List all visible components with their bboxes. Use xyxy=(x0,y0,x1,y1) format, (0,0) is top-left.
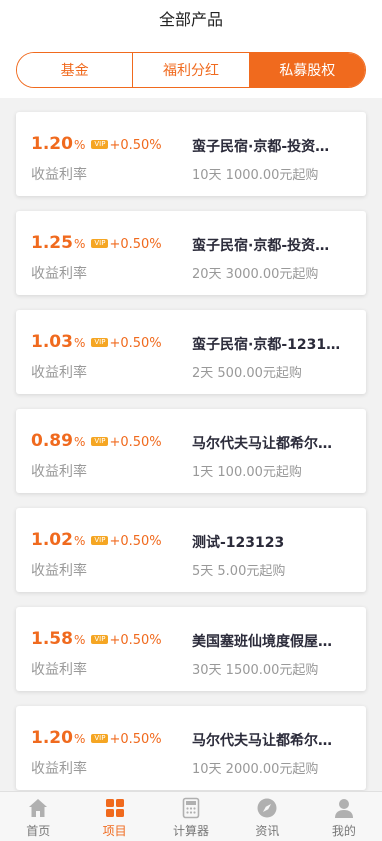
home-icon xyxy=(29,799,48,817)
tab-calculator[interactable]: 计算器 xyxy=(153,792,229,841)
rate-label: 收益利率 xyxy=(31,563,87,579)
rate-percent-sign: % xyxy=(73,237,86,251)
product-card[interactable]: 1.25% VIP +0.50% 收益利率 蛮子民宿·京都-投资… 20天 3000.00… xyxy=(16,211,366,295)
rate-value: 0.89 xyxy=(31,431,73,451)
product-name: 马尔代夫马让都希尔… xyxy=(192,436,332,452)
product-card[interactable]: 1.20% VIP +0.50% 收益利率 蛮子民宿·京都-投资… 10天 1000.00… xyxy=(16,112,366,196)
header: 全部产品 基金 福利分红 私募股权 xyxy=(0,0,382,98)
rate-value: 1.25 xyxy=(31,233,73,253)
rate-line: 1.25% VIP +0.50% xyxy=(31,233,162,257)
vip-bonus-rate: +0.50% xyxy=(109,237,162,252)
rate-line: 1.02% VIP +0.50% xyxy=(31,530,162,554)
calculator-icon xyxy=(182,797,200,819)
product-card[interactable]: 0.89% VIP +0.50% 收益利率 马尔代夫马让都希尔… 1天 100.00元起购 xyxy=(16,409,366,493)
product-card[interactable]: 1.20% VIP +0.50% 收益利率 马尔代夫马让都希尔… 10天 2000.00元… xyxy=(16,706,366,790)
product-name: 蛮子民宿·京都-投资… xyxy=(192,238,330,254)
product-terms: 20天 3000.00元起购 xyxy=(192,267,319,282)
rate-label: 收益利率 xyxy=(31,266,87,282)
vip-badge: VIP xyxy=(91,338,109,347)
vip-bonus-rate: +0.50% xyxy=(109,633,162,648)
segment-fund[interactable]: 基金 xyxy=(17,53,133,87)
vip-badge: VIP xyxy=(91,536,109,545)
category-segmented-control: 基金 福利分红 私募股权 xyxy=(16,52,366,88)
rate-percent-sign: % xyxy=(73,435,86,449)
vip-bonus-rate: +0.50% xyxy=(109,435,162,450)
rate-value: 1.02 xyxy=(31,530,73,550)
product-terms: 5天 5.00元起购 xyxy=(192,564,286,579)
rate-label: 收益利率 xyxy=(31,761,87,777)
page-title: 全部产品 xyxy=(158,10,223,29)
product-name: 测试-123123 xyxy=(192,535,285,551)
rate-line: 1.03% VIP +0.50% xyxy=(31,332,162,356)
product-card[interactable]: 1.58% VIP +0.50% 收益利率 美国塞班仙境度假屋… 30天 1500.00元… xyxy=(16,607,366,691)
vip-badge: VIP xyxy=(91,140,109,149)
product-terms: 10天 2000.00元起购 xyxy=(192,762,319,777)
tab-mine-label: 我的 xyxy=(331,824,356,838)
rate-label: 收益利率 xyxy=(31,167,87,183)
vip-badge: VIP xyxy=(91,437,109,446)
rate-label: 收益利率 xyxy=(31,662,87,678)
bottom-tab-bar: 首页 项目 计算器 资讯 我的 xyxy=(0,791,382,841)
rate-percent-sign: % xyxy=(73,732,86,746)
vip-bonus-rate: +0.50% xyxy=(109,336,162,351)
product-terms: 30天 1500.00元起购 xyxy=(192,663,319,678)
rate-percent-sign: % xyxy=(73,534,86,548)
vip-badge: VIP xyxy=(91,734,109,743)
product-terms: 10天 1000.00元起购 xyxy=(192,168,319,183)
rate-percent-sign: % xyxy=(73,633,86,647)
vip-badge: VIP xyxy=(91,239,109,248)
tab-projects[interactable]: 项目 xyxy=(76,792,152,841)
vip-badge: VIP xyxy=(91,635,109,644)
segment-private-equity[interactable]: 私募股权 xyxy=(248,53,365,87)
product-list: 1.20% VIP +0.50% 收益利率 蛮子民宿·京都-投资… 10天 1000.00… xyxy=(0,98,382,791)
rate-value: 1.20 xyxy=(31,134,73,154)
rate-line: 0.89% VIP +0.50% xyxy=(31,431,162,455)
segment-welfare-dividend[interactable]: 福利分红 xyxy=(132,53,249,87)
product-name: 美国塞班仙境度假屋… xyxy=(192,634,332,650)
rate-percent-sign: % xyxy=(73,336,86,350)
rate-line: 1.20% VIP +0.50% xyxy=(31,134,162,158)
vip-bonus-rate: +0.50% xyxy=(109,534,162,549)
product-card[interactable]: 1.02% VIP +0.50% 收益利率 测试-123123 5天 5.00元起购 xyxy=(16,508,366,592)
rate-label: 收益利率 xyxy=(31,464,87,480)
rate-label: 收益利率 xyxy=(31,365,87,381)
tab-home-label: 首页 xyxy=(26,824,51,838)
rate-value: 1.20 xyxy=(31,728,73,748)
product-terms: 2天 500.00元起购 xyxy=(192,366,302,381)
rate-percent-sign: % xyxy=(73,138,86,152)
user-icon xyxy=(334,799,353,818)
product-terms: 1天 100.00元起购 xyxy=(192,465,302,480)
rate-value: 1.58 xyxy=(31,629,73,649)
vip-bonus-rate: +0.50% xyxy=(109,732,162,747)
compass-icon xyxy=(257,798,277,818)
grid-icon xyxy=(105,799,124,817)
product-name: 马尔代夫马让都希尔… xyxy=(192,733,332,749)
tab-mine[interactable]: 我的 xyxy=(306,792,382,841)
product-name: 蛮子民宿·京都-投资… xyxy=(192,139,330,155)
rate-line: 1.20% VIP +0.50% xyxy=(31,728,162,752)
product-card[interactable]: 1.03% VIP +0.50% 收益利率 蛮子民宿·京都-1231… 2天 500.00… xyxy=(16,310,366,394)
rate-value: 1.03 xyxy=(31,332,73,352)
tab-news-label: 资讯 xyxy=(255,824,280,838)
vip-bonus-rate: +0.50% xyxy=(109,138,162,153)
tab-home[interactable]: 首页 xyxy=(0,792,76,841)
tab-news[interactable]: 资讯 xyxy=(229,792,305,841)
product-name: 蛮子民宿·京都-1231… xyxy=(192,337,341,353)
rate-line: 1.58% VIP +0.50% xyxy=(31,629,162,653)
tab-projects-label: 项目 xyxy=(102,824,127,838)
tab-calculator-label: 计算器 xyxy=(173,824,210,838)
